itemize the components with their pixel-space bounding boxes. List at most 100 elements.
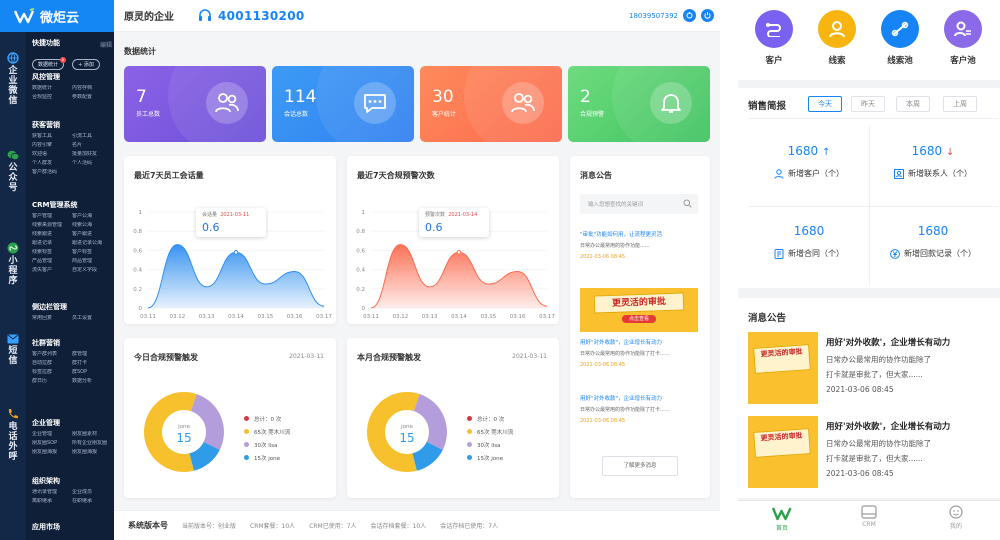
logout-button[interactable] [701, 9, 714, 22]
app-logo[interactable]: 微炬云 [0, 0, 114, 32]
tab-today[interactable]: 今天 [808, 96, 842, 112]
sidebar-link[interactable]: 所有企业朋友圈 [72, 440, 112, 447]
sidebar-link[interactable]: 获客工具 [32, 133, 72, 140]
stat-card[interactable]: 7 员工总数 [124, 66, 266, 142]
sidebar-link[interactable]: 商品管理 [72, 258, 112, 265]
sidebar-link[interactable]: 群SOP [72, 369, 112, 376]
tab-yesterday[interactable]: 昨天 [851, 96, 885, 112]
sidebar-link[interactable]: 朋友圈海报 [32, 449, 72, 456]
sidebar-link[interactable]: 自定义字段 [72, 267, 112, 274]
sidebar-link[interactable]: 线索跟进 [32, 231, 72, 238]
sidebar-link[interactable]: 企业管理 [32, 431, 72, 438]
sidebar-link[interactable]: 常用回复 [32, 315, 72, 322]
news-banner-image[interactable]: 更灵活的审批 点击查看 [580, 288, 698, 332]
sidebar-link[interactable]: 数据分析 [72, 378, 112, 385]
sidebar-link[interactable]: 客户群列表 [32, 351, 72, 358]
sidebar-link[interactable]: 个人活码 [72, 160, 112, 167]
sidebar-link[interactable]: 流失客户 [32, 267, 72, 274]
quick-pill-data-stats[interactable]: 数据统计 × [32, 57, 67, 70]
thumb-text: 更灵活的审批 [753, 428, 811, 458]
sidebar-link[interactable]: 批量加好友 [72, 151, 112, 158]
sidebar-link[interactable]: 合规监控 [32, 94, 72, 101]
sidebar-link[interactable]: 名片 [72, 142, 112, 149]
mobile-nav-item[interactable]: 线索池 [875, 10, 925, 66]
sidebar-link[interactable]: 引流工具 [72, 133, 112, 140]
sidebar-link[interactable]: 客户群活码 [32, 169, 72, 176]
sidebar-link[interactable]: 跟进记录公海 [72, 240, 112, 247]
sidebar-link[interactable]: 朋友圈海报 [72, 449, 112, 456]
news-title-2[interactable]: 用好"对外收款"，企业增长有动力 [580, 338, 662, 346]
sidebar-link[interactable]: 客户管理 [32, 213, 72, 220]
rail-item-mini-program[interactable]: 小程序 [0, 242, 26, 286]
sales-cell-new-payments[interactable]: 1680 新增回款记录（个） [872, 206, 994, 286]
donut-center-name: jone [177, 424, 190, 430]
sidebar-link-label: 群SOP [72, 369, 88, 375]
news-title-3[interactable]: 用好"对外收款"，企业增长有动力 [580, 394, 662, 402]
sidebar-link[interactable]: 企业成员 [72, 489, 112, 496]
mobile-nav-item[interactable]: 线索 [812, 10, 862, 66]
sidebar-link[interactable]: 数据统计 [32, 85, 72, 92]
rail-item-sms[interactable]: 短信 [0, 334, 26, 366]
sidebar-link-label: 客户公海 [72, 213, 93, 219]
sales-cell-new-contacts[interactable]: 1680 ↓ 新增联系人（个） [872, 126, 994, 206]
news-title-1[interactable]: "审批"功能如何用，让流程更灵活 [580, 230, 662, 238]
remove-icon[interactable]: × [60, 57, 67, 63]
sales-cell-new-contracts[interactable]: 1680 新增合同（个） [748, 206, 870, 286]
sidebar-link[interactable]: 通讯录管理 [32, 489, 72, 496]
sidebar-link-label: 流失客户 [32, 267, 53, 273]
sidebar-link[interactable]: 员工设置 [72, 315, 112, 322]
version-item: 会话存档套餐：10人 [370, 523, 427, 530]
sidebar-link[interactable]: 标签拉群 [32, 369, 72, 376]
sidebar-link[interactable]: 客户跟进 [72, 231, 112, 238]
stat-card[interactable]: 2 合规预警 [568, 66, 710, 142]
sidebar: 快捷功能 编辑 数据统计 × + 添加 风控管理 数据统计 内容存档 合规监控 参数配置获… [26, 0, 114, 540]
donut-legend: 总计：0 次 65次 莞木川流 30次 lisa 15次 jone [244, 412, 290, 464]
sidebar-link[interactable]: 群管理 [72, 351, 112, 358]
sidebar-link[interactable]: 离职继承 [32, 498, 72, 505]
sidebar-link[interactable]: 线索公海 [72, 222, 112, 229]
sidebar-link[interactable]: 群打卡 [72, 360, 112, 367]
quick-pill-add[interactable]: + 添加 [72, 59, 100, 70]
sidebar-link[interactable]: 内容存档 [72, 85, 112, 92]
tab-crm[interactable]: CRM [849, 505, 889, 528]
tab-profile[interactable]: 我的 [936, 505, 976, 530]
news-date-2: 2021-03-06 08:45 [580, 362, 626, 368]
mobile-nav-item[interactable]: 客户池 [938, 10, 988, 66]
notice-search-input[interactable]: 输入您想查找的关键词 [580, 194, 698, 214]
sidebar-link[interactable]: 客户标签 [72, 249, 112, 256]
search-icon[interactable] [683, 199, 692, 208]
tab-last-week[interactable]: 上周 [943, 96, 977, 112]
quick-edit-link[interactable]: 编辑 [100, 40, 112, 49]
sidebar-link[interactable]: 朋友圈素材 [72, 431, 112, 438]
sidebar-link[interactable]: 参数配置 [72, 94, 112, 101]
sidebar-link[interactable]: 在职继承 [72, 498, 112, 505]
tab-this-week[interactable]: 本周 [896, 96, 930, 112]
sales-cell-new-customers[interactable]: 1680 ↑ 新增客户（个） [748, 126, 870, 206]
sidebar-link[interactable]: 产品管理 [32, 258, 72, 265]
settings-button[interactable] [683, 9, 696, 22]
mobile-news-item[interactable]: 更灵活的审批 用好'对外收款'，企业增长有动力 日常办公最常用的协作功能除了 打… [748, 416, 994, 488]
stat-card[interactable]: 114 会话总数 [272, 66, 414, 142]
mobile-news-item[interactable]: 更灵活的审批 用好'对外收款'，企业增长有动力 日常办公最常用的协作功能除了 打… [748, 332, 994, 404]
sidebar-link[interactable]: 欢迎语 [32, 151, 72, 158]
sidebar-link-label: 群打卡 [72, 360, 88, 366]
sidebar-link[interactable]: 线索来源管理 [32, 222, 72, 229]
stat-card[interactable]: 30 客户统计 [420, 66, 562, 142]
sidebar-link[interactable]: 个人群发 [32, 160, 72, 167]
account-phone[interactable]: 18039507392 [629, 12, 678, 20]
rail-item-outbound-call[interactable]: 电话外呼 [0, 408, 26, 462]
sidebar-link[interactable]: 群日历 [32, 378, 72, 385]
sidebar-link[interactable]: 自动拉群 [32, 360, 72, 367]
rail-item-wecom[interactable]: 企业微信 [0, 52, 26, 106]
sidebar-link[interactable]: 内容引擎 [32, 142, 72, 149]
tab-home[interactable]: 首页 [762, 505, 802, 532]
mobile-nav-item[interactable]: 客户 [749, 10, 799, 66]
sidebar-link[interactable]: 朋友圈SOP [32, 440, 72, 447]
rail-item-official-account[interactable]: 公众号 [0, 150, 26, 193]
more-news-button[interactable]: 了解更多消息 [602, 456, 678, 476]
sidebar-link[interactable]: 客户公海 [72, 213, 112, 220]
sidebar-link[interactable]: 跟进记录 [32, 240, 72, 247]
sidebar-link[interactable]: 线索标签 [32, 249, 72, 256]
sidebar-link-label: 企业管理 [32, 431, 53, 437]
sidebar-link-label: 客户群活码 [32, 169, 58, 175]
